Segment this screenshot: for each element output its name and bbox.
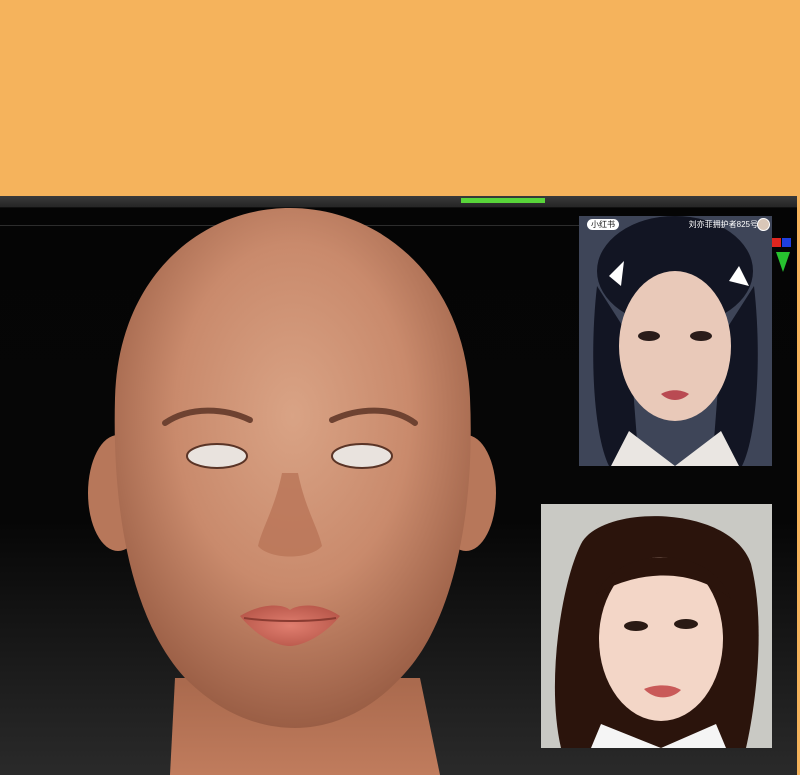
top-band [0,0,800,196]
viewport-title-bar [0,196,797,208]
head-model[interactable] [0,208,560,775]
left-eye [186,443,248,469]
reference-photo-top[interactable]: 小红书 刘亦菲拥护者825号 [579,216,772,466]
viewport-panel: 小红书 刘亦菲拥护者825号 [0,196,797,775]
progress-fill [461,198,545,203]
portrait-image [579,216,772,466]
photo-caption: 刘亦菲拥护者825号 [688,220,758,229]
portrait-image [541,504,772,748]
head-shape [114,208,471,728]
progress-bar [461,198,545,203]
axis-gizmo-icon[interactable] [772,238,792,274]
right-eye [331,443,393,469]
avatar [757,218,770,231]
reference-photo-bottom[interactable] [541,504,772,748]
3d-canvas[interactable]: 小红书 刘亦菲拥护者825号 [0,208,797,775]
source-tag: 小红书 [587,219,619,230]
